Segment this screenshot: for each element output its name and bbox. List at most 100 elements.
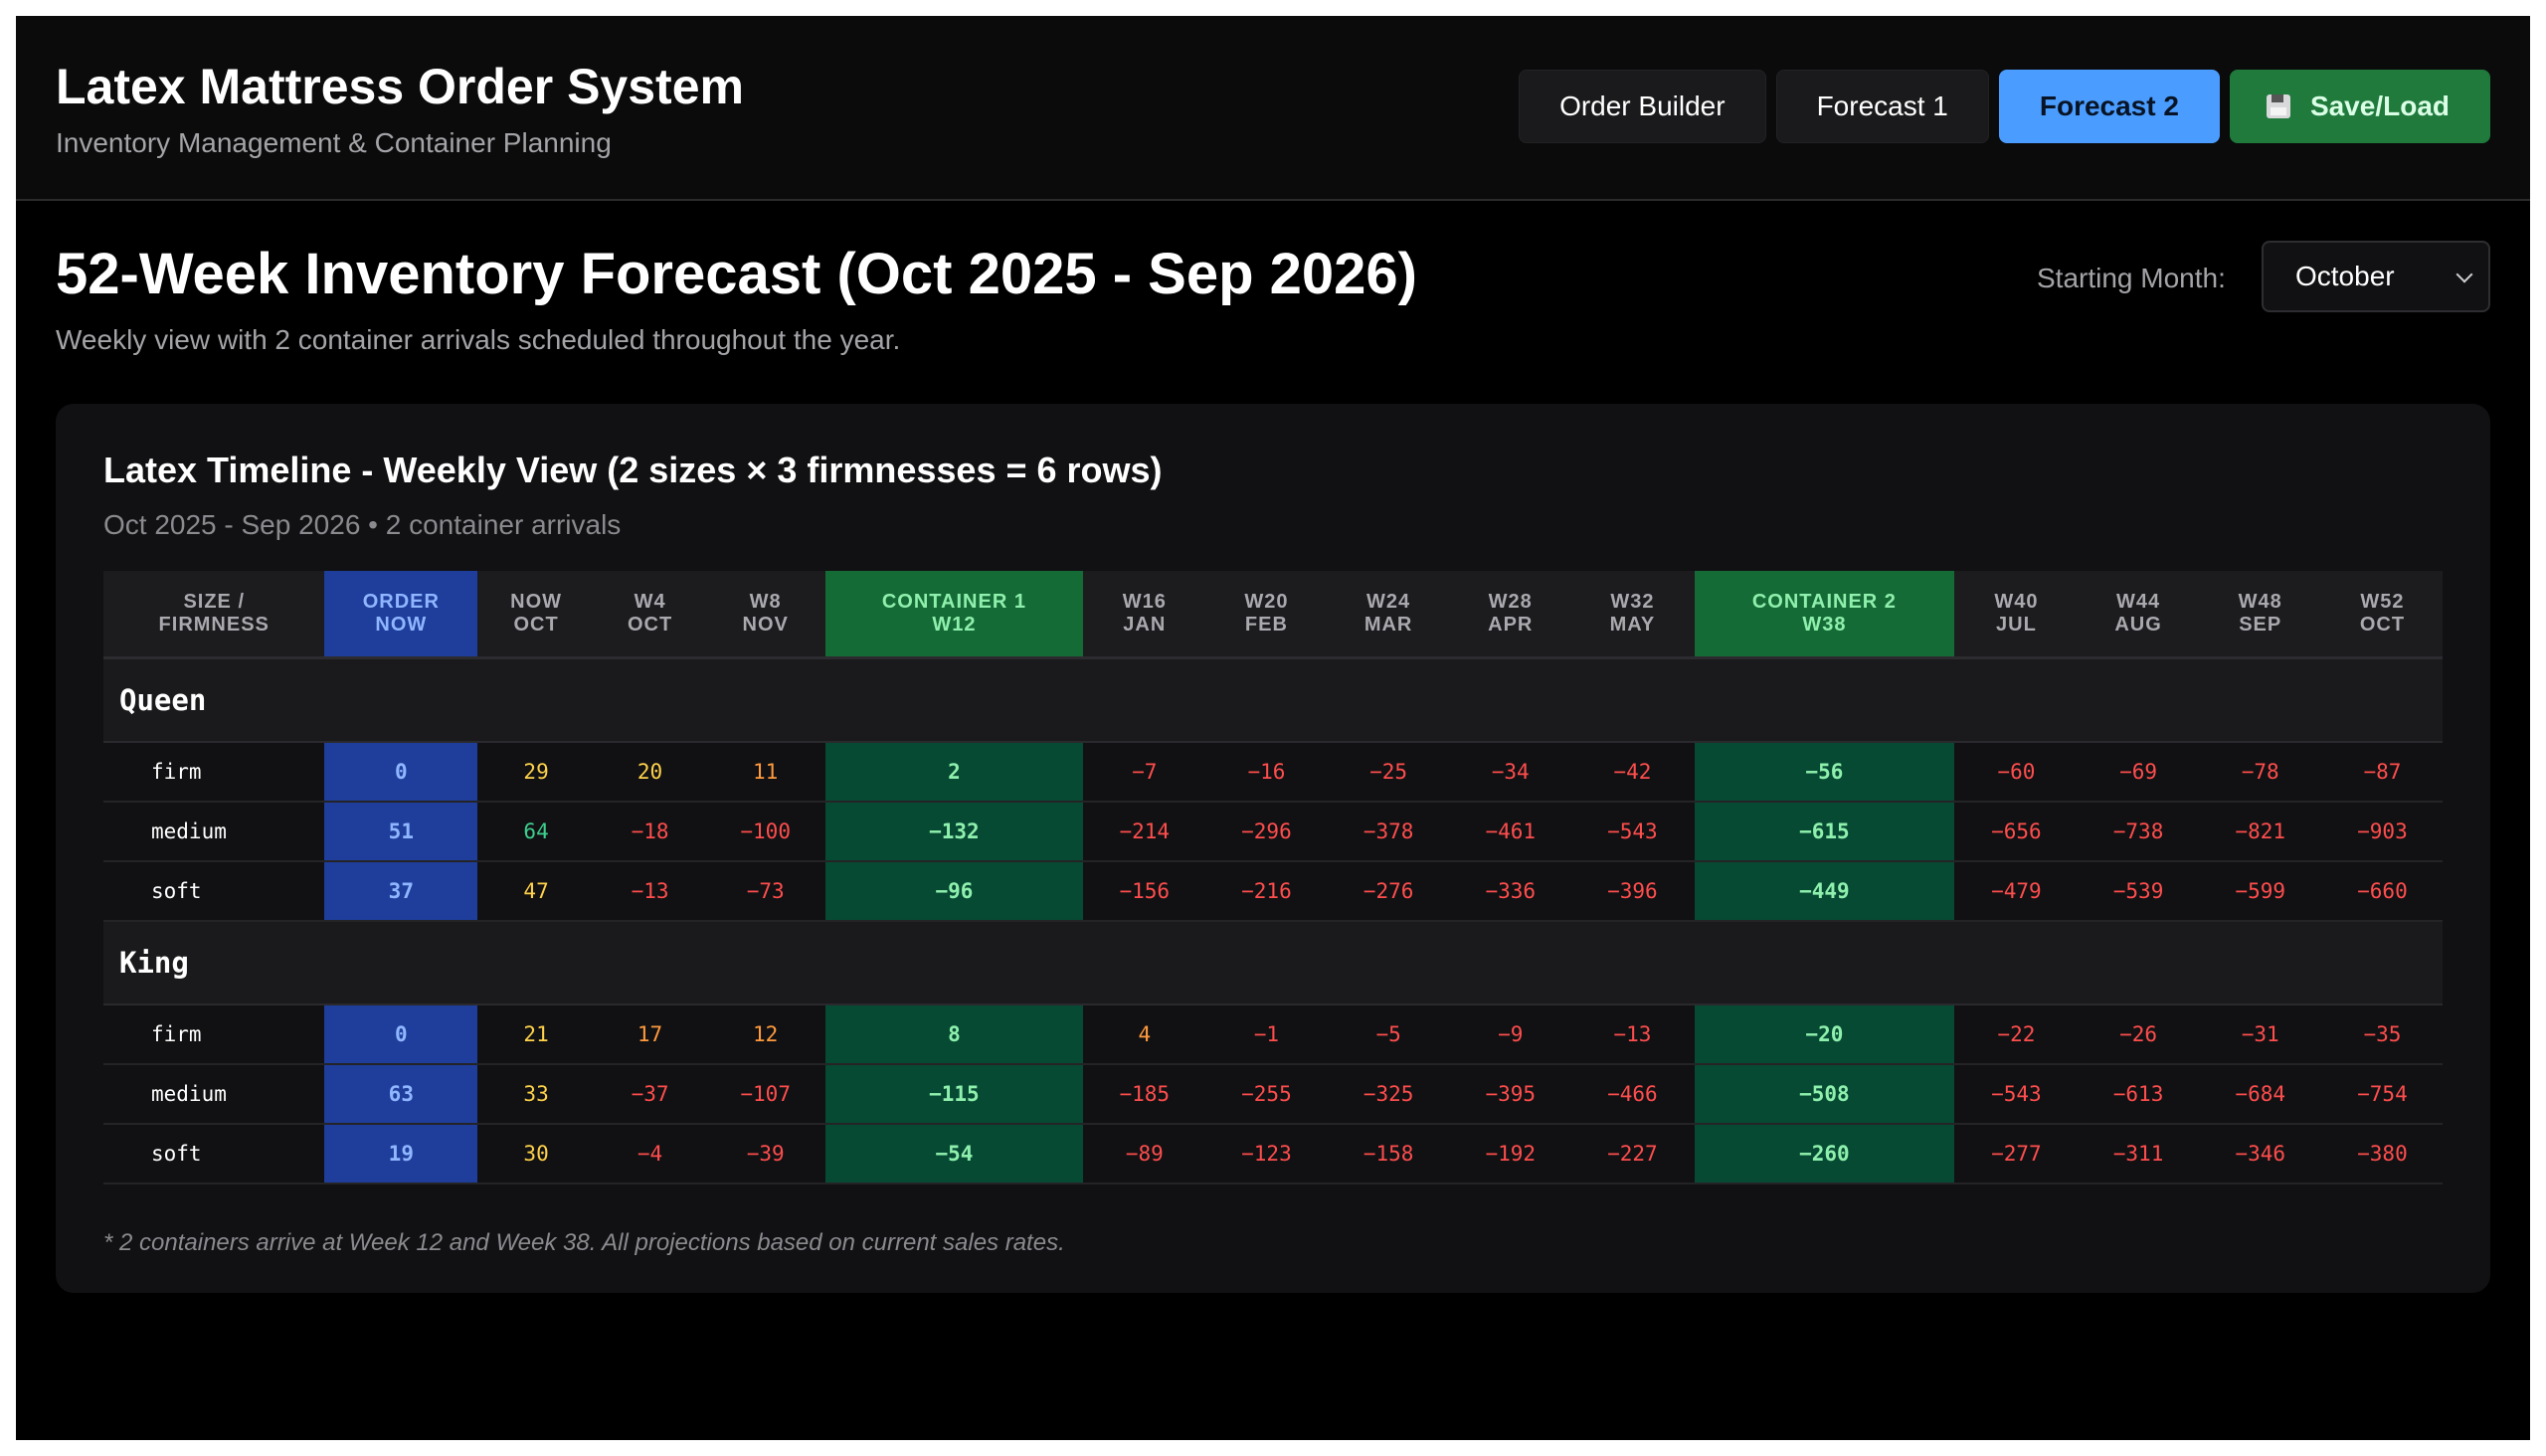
container-cell: −615: [1694, 802, 1955, 862]
card-subtitle: Oct 2025 - Sep 2026 • 2 container arriva…: [103, 509, 622, 540]
forecast-cell: −73: [705, 861, 826, 922]
forecast-cell: −311: [2078, 1124, 2199, 1184]
forecast-cell: −26: [2078, 1004, 2199, 1065]
forecast-cell: −396: [1570, 861, 1695, 922]
forecast-cell: 33: [477, 1064, 595, 1125]
container-cell: 8: [825, 1004, 1083, 1065]
forecast-cell: −60: [1954, 742, 2079, 803]
forecast-cell: −543: [1570, 802, 1695, 862]
app-subtitle: Inventory Management & Container Plannin…: [56, 127, 612, 158]
card-title: Latex Timeline - Weekly View (2 sizes × …: [103, 450, 1163, 490]
forecast-cell: −156: [1082, 861, 1206, 922]
forecast-cell: −123: [1205, 1124, 1327, 1184]
forecast-cell: −380: [2321, 1124, 2443, 1184]
forecast-cell: 17: [594, 1004, 706, 1065]
container-cell: 2: [825, 742, 1083, 803]
forecast-cell: −25: [1326, 742, 1451, 803]
forecast-cell: −4: [594, 1124, 706, 1184]
group-row-king: King: [103, 921, 2443, 1005]
column-header-3: W4 OCT: [594, 571, 706, 659]
forecast-cell: −378: [1326, 802, 1451, 862]
container-cell: −56: [1694, 742, 1955, 803]
forecast-cell: −37: [594, 1064, 706, 1125]
forecast-cell: −185: [1082, 1064, 1206, 1125]
row-label: firm: [103, 1004, 325, 1065]
column-header-8: W24 MAR: [1326, 571, 1451, 659]
forecast-cell: −255: [1205, 1064, 1327, 1125]
forecast-cell: −214: [1082, 802, 1206, 862]
forecast-cell: −613: [2078, 1064, 2199, 1125]
forecast-cell: −903: [2321, 802, 2443, 862]
forecast-cell: −336: [1450, 861, 1571, 922]
table-row: soft 19 30 −4 −39 −54 −89 −123 −158 −192 −227 −260−…: [103, 1124, 2443, 1184]
forecast-cell: −276: [1326, 861, 1451, 922]
forecast-cell: −89: [1082, 1124, 1206, 1184]
order-now-cell: 19: [324, 1124, 478, 1184]
forecast-cell: 47: [477, 861, 595, 922]
container-cell: −508: [1694, 1064, 1955, 1125]
forecast-cell: −754: [2321, 1064, 2443, 1125]
starting-month-value: October: [2295, 261, 2395, 291]
nav-forecast-2-button[interactable]: Forecast 2: [1998, 70, 2220, 143]
forecast-cell: −5: [1326, 1004, 1451, 1065]
forecast-cell: −1: [1205, 1004, 1327, 1065]
column-header-0: SIZE / FIRMNESS: [103, 571, 325, 659]
order-now-cell: 63: [324, 1064, 478, 1125]
column-header-2: NOW OCT: [477, 571, 595, 659]
footnote: * 2 containers arrive at Week 12 and Wee…: [103, 1229, 1065, 1256]
column-header-9: W28 APR: [1450, 571, 1571, 659]
column-header-12: W40 JUL: [1954, 571, 2079, 659]
forecast-cell: −346: [2198, 1124, 2322, 1184]
forecast-cell: −821: [2198, 802, 2322, 862]
forecast-cell: −599: [2198, 861, 2322, 922]
forecast-table-wrap: SIZE / FIRMNESS ORDER NOW NOW OCT W4 OCT W8 …: [103, 571, 2443, 1184]
row-label: soft: [103, 861, 325, 922]
page-title: 52-Week Inventory Forecast (Oct 2025 - S…: [56, 242, 1417, 306]
container-cell: −449: [1694, 861, 1955, 922]
forecast-cell: −738: [2078, 802, 2199, 862]
forecast-cell: −479: [1954, 861, 2079, 922]
forecast-cell: −158: [1326, 1124, 1451, 1184]
nav-order-builder-button[interactable]: Order Builder: [1519, 70, 1766, 143]
save-load-button[interactable]: Save/Load: [2229, 70, 2490, 143]
forecast-cell: 11: [705, 742, 826, 803]
nav-forecast-1-button[interactable]: Forecast 1: [1775, 70, 1989, 143]
column-header-13: W44 AUG: [2078, 571, 2199, 659]
forecast-cell: −395: [1450, 1064, 1571, 1125]
forecast-cell: −543: [1954, 1064, 2079, 1125]
order-now-cell: 0: [324, 742, 478, 803]
column-header-5: CONTAINER 1 W12: [825, 571, 1083, 659]
forecast-cell: −69: [2078, 742, 2199, 803]
floppy-disk-icon: [2266, 94, 2290, 118]
table-row: firm 0 29 20 11 2 −7 −16 −25 −34 −42 −56 −60 −69 −78 −8…: [103, 742, 2443, 803]
forecast-cell: 21: [477, 1004, 595, 1065]
forecast-cell: 30: [477, 1124, 595, 1184]
forecast-cell: −466: [1570, 1064, 1695, 1125]
forecast-cell: −461: [1450, 802, 1571, 862]
order-now-cell: 37: [324, 861, 478, 922]
app-header: Latex Mattress Order System Inventory Ma…: [16, 16, 2530, 201]
forecast-cell: −277: [1954, 1124, 2079, 1184]
container-cell: −96: [825, 861, 1083, 922]
forecast-cell: −87: [2321, 742, 2443, 803]
app-window: Latex Mattress Order System Inventory Ma…: [16, 16, 2530, 1440]
row-label: medium: [103, 802, 325, 862]
forecast-cell: −31: [2198, 1004, 2322, 1065]
column-header-1: ORDER NOW: [324, 571, 478, 659]
forecast-cell: −9: [1450, 1004, 1571, 1065]
order-now-cell: 0: [324, 1004, 478, 1065]
forecast-cell: −13: [1570, 1004, 1695, 1065]
forecast-cell: 20: [594, 742, 706, 803]
page-description: Weekly view with 2 container arrivals sc…: [56, 324, 901, 355]
save-load-label: Save/Load: [2309, 91, 2450, 121]
forecast-cell: −227: [1570, 1124, 1695, 1184]
forecast-cell: 29: [477, 742, 595, 803]
group-label: Queen: [103, 657, 2443, 743]
forecast-cell: −78: [2198, 742, 2322, 803]
column-header-7: W20 FEB: [1205, 571, 1327, 659]
forecast-cell: −296: [1205, 802, 1327, 862]
chevron-down-icon: [2455, 266, 2473, 283]
forecast-cell: −100: [705, 802, 826, 862]
starting-month-select[interactable]: October: [2262, 241, 2490, 312]
forecast-cell: −39: [705, 1124, 826, 1184]
